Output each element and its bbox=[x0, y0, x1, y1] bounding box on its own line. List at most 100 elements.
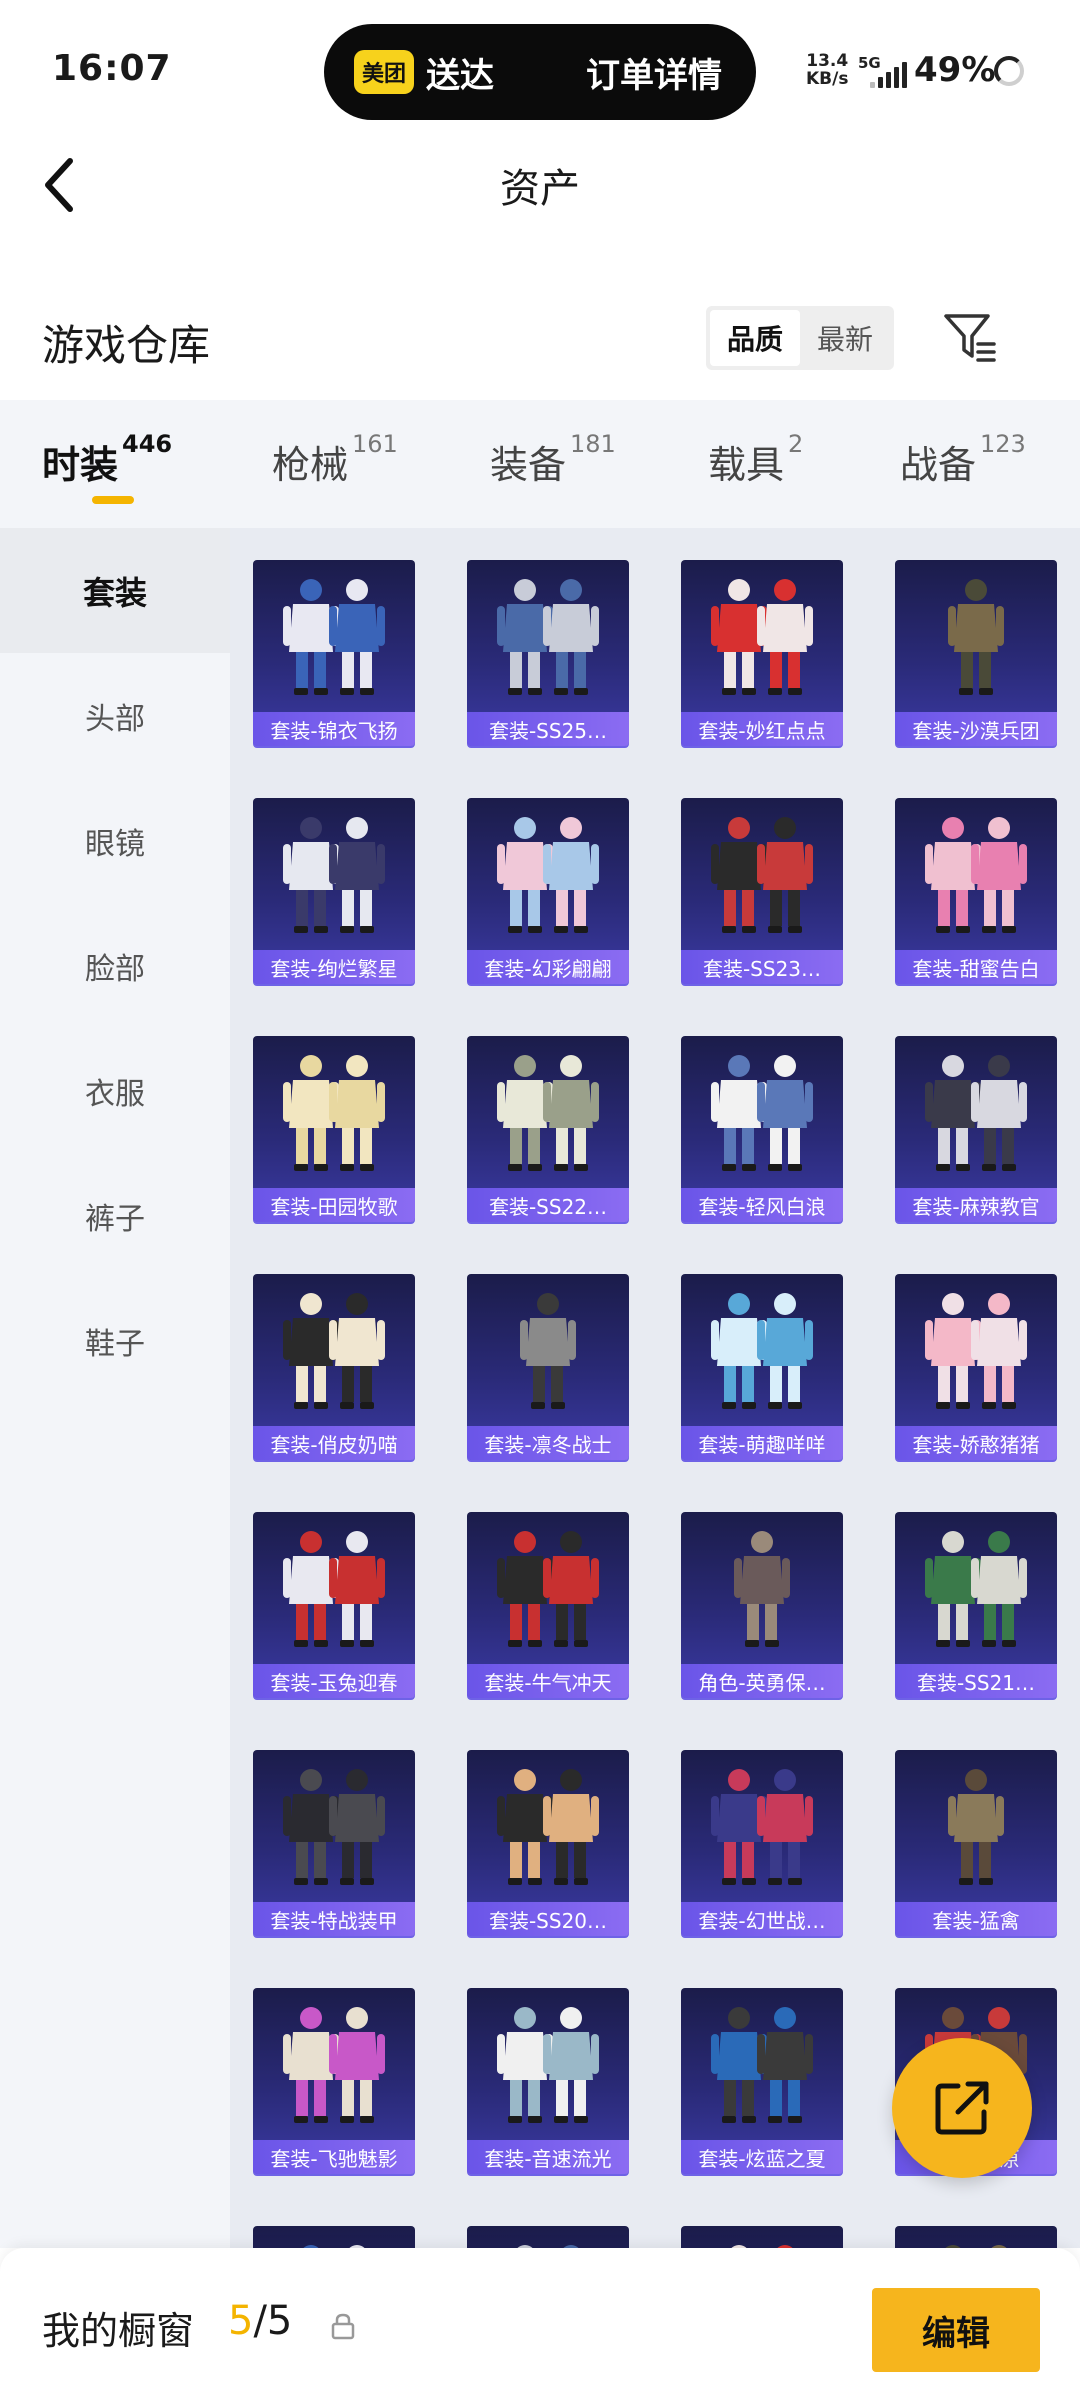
outfit-thumbnail bbox=[283, 1531, 385, 1647]
tab-vehicles[interactable]: 载具 2 bbox=[708, 430, 803, 489]
item-card-label: 套装-特战装甲 bbox=[253, 1902, 415, 1936]
outfit-thumbnail bbox=[497, 817, 599, 933]
item-card[interactable]: 套装-猛禽 bbox=[895, 1750, 1057, 1936]
share-button[interactable] bbox=[892, 2038, 1032, 2178]
tab-weapons[interactable]: 枪械 161 bbox=[272, 430, 398, 489]
item-card[interactable]: 套装-炫蓝之夏 bbox=[681, 1988, 843, 2174]
item-card[interactable]: 套装-轻风白浪 bbox=[681, 1036, 843, 1222]
back-button[interactable] bbox=[30, 150, 90, 220]
sidebar-item-suit[interactable]: 套装 bbox=[0, 528, 230, 653]
item-card[interactable] bbox=[681, 2226, 843, 2248]
delivery-status-text: 送达 bbox=[426, 56, 494, 96]
sort-newest-button[interactable]: 最新 bbox=[800, 310, 890, 366]
item-card[interactable]: 套装-SS22… bbox=[467, 1036, 629, 1222]
item-card[interactable]: 套装-SS21… bbox=[895, 1512, 1057, 1698]
sort-quality-button[interactable]: 品质 bbox=[710, 310, 800, 366]
clock: 16:07 bbox=[52, 48, 172, 89]
item-card[interactable]: 套装-SS23… bbox=[681, 798, 843, 984]
item-card-label: 套装-SS21… bbox=[895, 1664, 1057, 1698]
tab-label: 枪械 bbox=[272, 443, 349, 487]
outfit-thumbnail bbox=[711, 579, 813, 695]
item-card[interactable]: 套装-俏皮奶喵 bbox=[253, 1274, 415, 1460]
item-card[interactable]: 套装-SS20… bbox=[467, 1750, 629, 1936]
item-card[interactable]: 套装-甜蜜告白 bbox=[895, 798, 1057, 984]
outfit-thumbnail bbox=[925, 1055, 1027, 1171]
item-card[interactable]: 套装-萌趣咩咩 bbox=[681, 1274, 843, 1460]
outfit-thumbnail bbox=[948, 1769, 1004, 1885]
live-activity-island[interactable]: 美团 送达 订单详情 bbox=[324, 24, 756, 120]
network-speed-value: 13.4 bbox=[806, 51, 849, 71]
outfit-thumbnail bbox=[948, 579, 1004, 695]
sort-toggle: 品质 最新 bbox=[706, 306, 894, 370]
sidebar-item-pants[interactable]: 裤子 bbox=[0, 1153, 230, 1278]
outfit-thumbnail bbox=[711, 817, 813, 933]
item-card-label: 套装-绚烂繁星 bbox=[253, 950, 415, 984]
item-card[interactable]: 角色-英勇保… bbox=[681, 1512, 843, 1698]
item-grid: 套装-锦衣飞扬 套装-SS25… 套装-妙红点点 套装-沙漠兵团 套装-绚烂繁星 套装-幻… bbox=[230, 528, 1080, 2248]
active-tab-indicator bbox=[92, 496, 134, 504]
item-card-label: 套装-SS25… bbox=[467, 712, 629, 746]
item-card[interactable]: 套装-绚烂繁星 bbox=[253, 798, 415, 984]
showcase-used: 5 bbox=[228, 2298, 254, 2344]
item-card[interactable]: 套装-妙红点点 bbox=[681, 560, 843, 746]
showcase-label: 我的橱窗 bbox=[42, 2309, 195, 2353]
item-card-label: 套装-锦衣飞扬 bbox=[253, 712, 415, 746]
item-card-label: 套装-田园牧歌 bbox=[253, 1188, 415, 1222]
sidebar-item-head[interactable]: 头部 bbox=[0, 653, 230, 778]
sidebar-item-face[interactable]: 脸部 bbox=[0, 903, 230, 1028]
item-card[interactable]: 套装-飞驰魅影 bbox=[253, 1988, 415, 2174]
edit-button[interactable]: 编辑 bbox=[872, 2288, 1040, 2372]
item-card-label: 套装-幻世战… bbox=[681, 1902, 843, 1936]
item-card[interactable]: 套装-特战装甲 bbox=[253, 1750, 415, 1936]
item-card[interactable]: 套装-娇憨猪猪 bbox=[895, 1274, 1057, 1460]
tab-combat-gear[interactable]: 战备 123 bbox=[900, 430, 1026, 489]
item-card[interactable] bbox=[895, 2226, 1057, 2248]
sidebar-item-clothes[interactable]: 衣服 bbox=[0, 1028, 230, 1153]
item-card[interactable]: 套装-锦衣飞扬 bbox=[253, 560, 415, 746]
item-card-label: 套装-娇憨猪猪 bbox=[895, 1426, 1057, 1460]
item-card[interactable]: 套装-凛冬战士 bbox=[467, 1274, 629, 1460]
showcase-count: 5/5 bbox=[228, 2298, 292, 2344]
filter-icon bbox=[944, 314, 996, 362]
item-card-label: 套装-俏皮奶喵 bbox=[253, 1426, 415, 1460]
outfit-thumbnail bbox=[283, 579, 385, 695]
outfit-thumbnail bbox=[283, 1769, 385, 1885]
showcase-total: /5 bbox=[253, 2298, 293, 2344]
tab-count: 2 bbox=[788, 430, 804, 458]
item-card-label: 套装-妙红点点 bbox=[681, 712, 843, 746]
outfit-thumbnail bbox=[731, 2245, 793, 2248]
item-card[interactable]: 套装-田园牧歌 bbox=[253, 1036, 415, 1222]
outfit-thumbnail bbox=[520, 1293, 576, 1409]
item-card[interactable] bbox=[467, 2226, 629, 2248]
filter-button[interactable] bbox=[942, 310, 998, 366]
item-card[interactable]: 套装-玉兔迎春 bbox=[253, 1512, 415, 1698]
outfit-thumbnail bbox=[497, 1055, 599, 1171]
sidebar-item-glasses[interactable]: 眼镜 bbox=[0, 778, 230, 903]
item-card[interactable]: 套装-幻彩翩翩 bbox=[467, 798, 629, 984]
outfit-thumbnail bbox=[283, 2007, 385, 2123]
section-title: 游戏仓库 bbox=[42, 321, 211, 370]
item-card-label: 套装-音速流光 bbox=[467, 2140, 629, 2174]
outfit-thumbnail bbox=[925, 1293, 1027, 1409]
tab-label: 时装 bbox=[42, 443, 119, 487]
outfit-thumbnail bbox=[945, 2245, 1007, 2248]
item-card[interactable]: 套装-牛气冲天 bbox=[467, 1512, 629, 1698]
outfit-thumbnail bbox=[711, 1769, 813, 1885]
outfit-thumbnail bbox=[711, 1293, 813, 1409]
tab-equipment[interactable]: 装备 181 bbox=[490, 430, 616, 489]
meituan-logo-icon: 美团 bbox=[354, 50, 414, 94]
item-card[interactable]: 套装-麻辣教官 bbox=[895, 1036, 1057, 1222]
share-icon bbox=[935, 2081, 989, 2135]
item-card[interactable]: 套装-音速流光 bbox=[467, 1988, 629, 2174]
item-card-label: 套装-甜蜜告白 bbox=[895, 950, 1057, 984]
outfit-thumbnail bbox=[497, 1531, 599, 1647]
item-card[interactable] bbox=[253, 2226, 415, 2248]
item-card-label: 套装-SS20… bbox=[467, 1902, 629, 1936]
sidebar-item-shoes[interactable]: 鞋子 bbox=[0, 1278, 230, 1403]
item-card[interactable]: 套装-SS25… bbox=[467, 560, 629, 746]
tab-outfit[interactable]: 时装 446 bbox=[42, 430, 172, 489]
outfit-thumbnail bbox=[497, 579, 599, 695]
item-card[interactable]: 套装-幻世战… bbox=[681, 1750, 843, 1936]
showcase-bar: 我的橱窗 5/5 编辑 bbox=[0, 2248, 1080, 2400]
item-card[interactable]: 套装-沙漠兵团 bbox=[895, 560, 1057, 746]
